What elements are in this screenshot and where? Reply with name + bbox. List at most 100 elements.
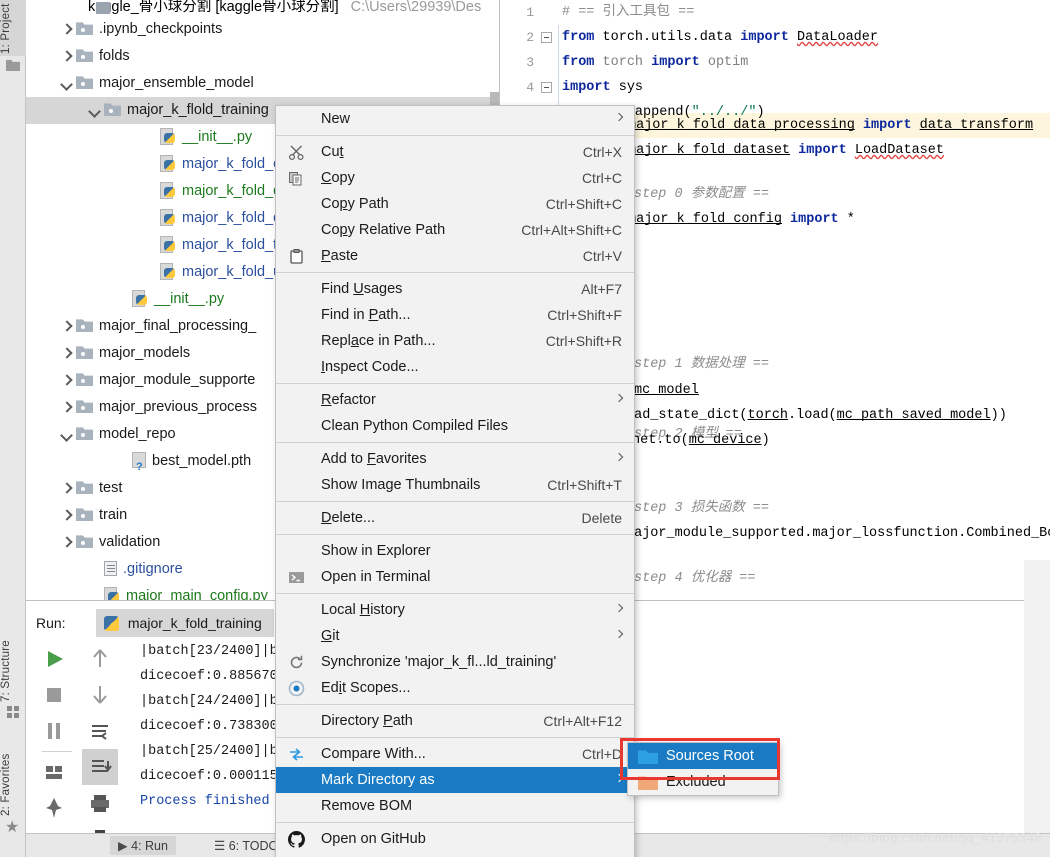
menu-item-shortcut: Ctrl+Shift+R [546, 328, 622, 354]
blue-folder-icon [638, 749, 658, 764]
menu-item-label: Git [321, 628, 340, 644]
menu-item-shortcut: Ctrl+Alt+F12 [543, 708, 622, 734]
code-text: step 3 损失函数 == [634, 501, 769, 516]
print-button[interactable] [82, 785, 118, 821]
menu-item-label: Open in Terminal [321, 569, 430, 585]
menu-item-refactor[interactable]: Refactor [276, 387, 634, 413]
menu-item-copy-path[interactable]: Copy PathCtrl+Shift+C [276, 191, 634, 217]
menu-item-cut[interactable]: CutCtrl+X [276, 139, 634, 165]
menu-item-delete[interactable]: Delete...Delete [276, 505, 634, 531]
pin-button[interactable] [36, 790, 72, 826]
chevron-right-icon[interactable] [60, 23, 73, 36]
folder-icon [76, 534, 93, 548]
menu-item-add-to-favorites[interactable]: Add to Favorites [276, 446, 634, 472]
tree-item[interactable]: .ipynb_checkpoints [26, 16, 499, 43]
mark-directory-as-submenu[interactable]: Sources Root Excluded [627, 742, 779, 796]
soft-wrap-button[interactable] [82, 713, 118, 749]
menu-item-label: Find Usages [321, 281, 402, 297]
chevron-down-icon[interactable] [60, 428, 73, 441]
sidebar-tab-structure[interactable]: 7: Structure [0, 612, 26, 704]
play-icon: ▶ [118, 839, 128, 853]
scroll-to-end-button[interactable] [82, 749, 118, 785]
menu-item-copy-relative-path[interactable]: Copy Relative PathCtrl+Alt+Shift+C [276, 217, 634, 243]
code-text: major_module_supported.major_lossfunctio… [626, 526, 1050, 541]
menu-item-new[interactable]: New [276, 106, 634, 132]
chevron-right-icon[interactable] [60, 536, 73, 549]
tree-item-label: test [99, 480, 122, 496]
up-arrow-button[interactable] [82, 641, 118, 677]
status-tab-todo[interactable]: ☰ 6: TODO [214, 838, 278, 853]
menu-item-remove-bom[interactable]: Remove BOM [276, 793, 634, 819]
menu-item-open-in-terminal[interactable]: Open in Terminal [276, 564, 634, 590]
tree-item[interactable]: folds [26, 43, 499, 70]
menu-item-copy[interactable]: CopyCtrl+C [276, 165, 634, 191]
menu-item-replace-in-path[interactable]: Replace in Path...Ctrl+Shift+R [276, 328, 634, 354]
menu-item-clean-python-compiled-files[interactable]: Clean Python Compiled Files [276, 413, 634, 439]
fold-toggle-icon[interactable] [541, 82, 552, 93]
menu-item-label: Edit Scopes... [321, 680, 411, 696]
scissors-icon [288, 144, 305, 161]
project-root-row[interactable]: kaggle_骨小球分割 [kaggle骨小球分割] C:\Users\2993… [26, 0, 499, 16]
menu-item-find-usages[interactable]: Find UsagesAlt+F7 [276, 276, 634, 302]
tree-item[interactable]: major_ensemble_model [26, 70, 499, 97]
menu-separator [276, 383, 634, 384]
tree-spacer [144, 158, 157, 171]
scope-icon [288, 680, 305, 697]
menu-separator [276, 442, 634, 443]
menu-item-inspect-code[interactable]: Inspect Code... [276, 354, 634, 380]
submenu-item-sources-root[interactable]: Sources Root [628, 743, 778, 769]
submenu-item-excluded[interactable]: Excluded [628, 769, 778, 795]
menu-item-label: Remove BOM [321, 798, 412, 814]
menu-item-label: Copy Relative Path [321, 222, 445, 238]
down-arrow-button[interactable] [82, 677, 118, 713]
submenu-item-label: Excluded [666, 774, 726, 790]
stop-button[interactable] [36, 677, 72, 713]
chevron-right-icon[interactable] [60, 347, 73, 360]
menu-item-show-image-thumbnails[interactable]: Show Image ThumbnailsCtrl+Shift+T [276, 472, 634, 498]
tree-item-label: best_model.pth [152, 453, 251, 469]
tree-item-label: validation [99, 534, 160, 550]
menu-item-mark-directory-as[interactable]: Mark Directory as [276, 767, 634, 793]
context-menu[interactable]: New CutCtrl+XCopyCtrl+CCopy PathCtrl+Shif… [275, 105, 635, 857]
module-icon [96, 2, 110, 14]
menu-item-synchronize-major-k-fl-ld-training[interactable]: Synchronize 'major_k_fl...ld_training' [276, 649, 634, 675]
sync-icon [288, 654, 305, 671]
menu-item-create-gist[interactable]: Create Gist... [276, 852, 634, 857]
sidebar-tab-project[interactable]: 1: Project [0, 0, 26, 56]
menu-item-git[interactable]: Git [276, 623, 634, 649]
menu-item-label: Cut [321, 144, 344, 160]
menu-item-edit-scopes[interactable]: Edit Scopes... [276, 675, 634, 701]
code-line-1: # == 引入工具包 == [562, 0, 694, 25]
python-file-icon [160, 182, 176, 198]
menu-item-local-history[interactable]: Local History [276, 597, 634, 623]
clipboard-icon [288, 248, 305, 265]
chevron-right-icon[interactable] [60, 401, 73, 414]
layout-button[interactable] [36, 754, 72, 790]
sidebar-tab-favorites[interactable]: 2: Favorites [0, 726, 26, 818]
menu-item-label: Inspect Code... [321, 359, 419, 375]
menu-item-directory-path[interactable]: Directory PathCtrl+Alt+F12 [276, 708, 634, 734]
folder-icon [76, 426, 93, 440]
run-button[interactable] [36, 641, 72, 677]
chevron-right-icon[interactable] [60, 509, 73, 522]
folder-icon [76, 75, 93, 89]
chevron-right-icon[interactable] [60, 482, 73, 495]
menu-item-open-on-github[interactable]: Open on GitHub [276, 826, 634, 852]
menu-item-compare-with[interactable]: Compare With...Ctrl+D [276, 741, 634, 767]
menu-item-paste[interactable]: PasteCtrl+V [276, 243, 634, 269]
run-config-tab[interactable]: major_k_fold_training [96, 609, 274, 637]
chevron-right-icon[interactable] [60, 374, 73, 387]
pause-button[interactable] [36, 713, 72, 749]
chevron-right-icon[interactable] [60, 320, 73, 333]
menu-item-label: Paste [321, 248, 358, 264]
menu-item-find-in-path[interactable]: Find in Path...Ctrl+Shift+F [276, 302, 634, 328]
fold-toggle-icon[interactable] [541, 32, 552, 43]
python-file-icon [160, 263, 176, 279]
chevron-down-icon[interactable] [60, 77, 73, 90]
tree-item-label: major_models [99, 345, 190, 361]
chevron-down-icon[interactable] [88, 104, 101, 117]
chevron-right-icon[interactable] [60, 50, 73, 63]
menu-item-shortcut: Ctrl+Shift+T [547, 472, 622, 498]
menu-item-show-in-explorer[interactable]: Show in Explorer [276, 538, 634, 564]
status-tab-run[interactable]: ▶ 4: Run [110, 836, 176, 855]
